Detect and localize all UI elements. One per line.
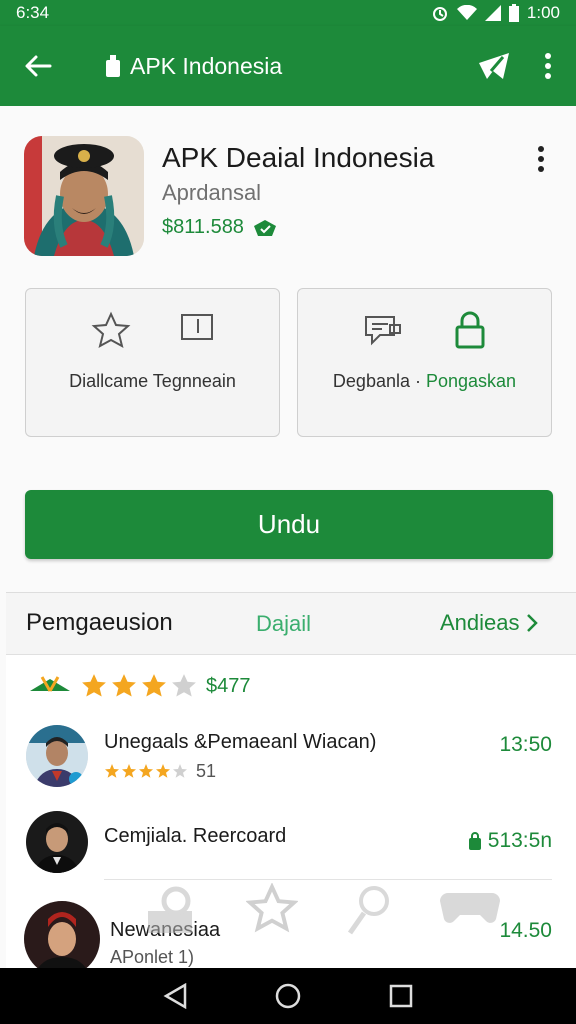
share-label-b: Pongaskan [426, 371, 517, 391]
share-icon [479, 53, 509, 79]
more-vert-icon [538, 146, 544, 172]
system-nav-bar [0, 968, 576, 1024]
lock-icon [468, 832, 481, 850]
reviews-more-link[interactable]: Andieas [440, 610, 538, 636]
gamepad-icon[interactable] [440, 883, 500, 927]
share-label: Degbanla · Pongaskan [298, 371, 551, 392]
badge-icon [253, 219, 276, 236]
review-time: 13:50 [499, 733, 552, 756]
status-clock: 1:00 [526, 3, 560, 22]
divider [104, 879, 552, 880]
app-name: APK Deaial Indonesia [162, 142, 435, 173]
lock-icon [106, 55, 120, 77]
status-bar: 6:34 1:00 [0, 0, 576, 26]
star-empty-icon [172, 674, 196, 697]
app-more-button[interactable] [530, 144, 552, 174]
store-icon[interactable] [140, 883, 200, 943]
review-author: Cemjiala. Reercoard [104, 825, 287, 847]
review-time: 513:5n [468, 829, 552, 853]
page-title: APK Indonesia [130, 52, 283, 79]
rating-badge-icon [30, 676, 70, 692]
review-item[interactable]: Unegaals &Pemaeanl Wiacan) 51 13:50 [6, 719, 576, 799]
bookmark-icon[interactable] [180, 311, 214, 345]
more-button[interactable] [538, 44, 558, 88]
app-bar: APK Indonesia [0, 26, 576, 106]
reviews-more-label: Andieas [440, 610, 520, 635]
more-vert-icon [545, 53, 551, 79]
star-icon [112, 674, 136, 697]
review-meta: APonlet 1) [110, 947, 195, 967]
wishlist-label: Diallcame Tegnneain [69, 371, 236, 391]
review-time-text: 513:5n [487, 829, 552, 852]
review-score: 51 [196, 761, 217, 781]
share-card[interactable]: Degbanla · Pongaskan [297, 288, 552, 437]
price-value: $811.588 [162, 216, 244, 238]
reviews-section: Pemgaeusion Dajail Andieas $477 Unegaals… [6, 592, 576, 977]
arrow-left-icon [25, 55, 52, 77]
app-price: $811.588 [162, 216, 278, 239]
avatar [26, 811, 88, 873]
rating-summary: $477 [28, 671, 251, 701]
wishlist-card[interactable]: Diallcame Tegnneain [25, 288, 280, 437]
review-stars [105, 763, 187, 778]
star-icon [82, 674, 106, 697]
recents-square-icon[interactable] [389, 984, 413, 1008]
wifi-icon [456, 5, 477, 20]
home-circle-icon[interactable] [274, 982, 302, 1010]
review-item[interactable]: Cemjiala. Reercoard 513:5n [6, 803, 576, 883]
share-label-a: Degbanla · [332, 371, 421, 391]
install-button[interactable]: Undu [25, 490, 553, 559]
comment-icon[interactable] [362, 311, 404, 349]
chevron-right-icon [526, 614, 538, 632]
signal-icon [484, 5, 501, 21]
avatar [24, 901, 100, 977]
reviews-detail-tab[interactable]: Dajail [256, 611, 311, 637]
avatar [26, 725, 88, 787]
back-button[interactable] [18, 46, 58, 86]
rating-stars [80, 672, 198, 700]
app-detail-content: APK Deaial Indonesia Aprdansal $811.588 … [0, 106, 576, 977]
faded-bottom-tabs [140, 883, 500, 943]
star-icon [142, 674, 166, 697]
review-time: 14.50 [499, 919, 552, 942]
back-triangle-icon[interactable] [163, 983, 187, 1009]
reviews-title: Pemgaeusion [26, 609, 173, 636]
status-time: 6:34 [16, 3, 50, 22]
lock-open-icon[interactable] [453, 311, 487, 349]
reviews-header: Pemgaeusion Dajail Andieas [6, 593, 576, 655]
app-developer[interactable]: Aprdansal [162, 180, 261, 206]
app-icon-image [24, 136, 144, 256]
battery-icon [508, 4, 519, 22]
alarm-icon [432, 7, 447, 21]
search-icon[interactable] [344, 883, 394, 939]
share-button[interactable] [472, 44, 516, 88]
rating-count: $477 [206, 674, 251, 697]
star-outline-icon[interactable] [246, 883, 298, 935]
review-meta: 51 [104, 761, 216, 782]
star-outline-icon[interactable] [91, 311, 131, 351]
review-author: Unegaals &Pemaeanl Wiacan) [104, 731, 377, 753]
